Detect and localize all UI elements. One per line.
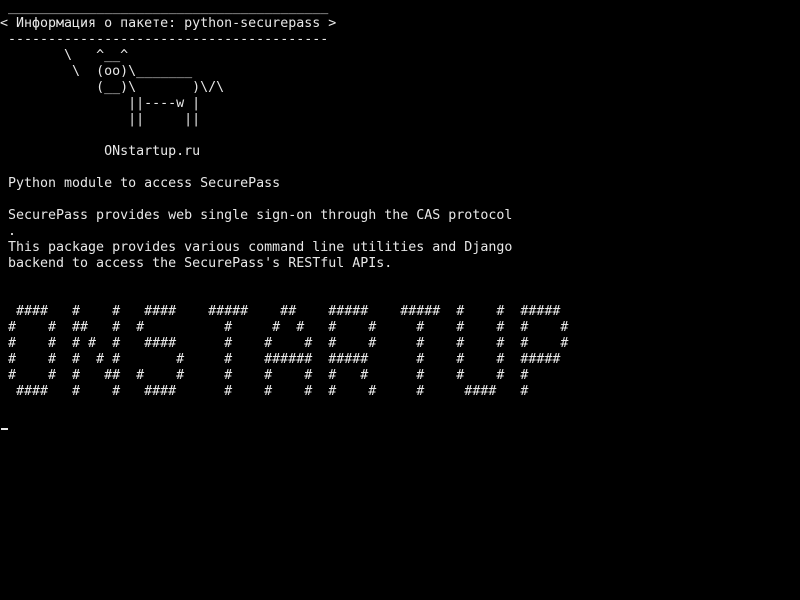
banner-line: # # ## # # # # # # # # # # # # (8, 320, 569, 335)
package-summary: Python module to access SecurePass (8, 176, 281, 191)
cowsay-bottom-border: ---------------------------------------- (0, 32, 329, 47)
banner-line: #### # # #### ##### ## ##### ##### # # #… (8, 304, 561, 319)
description-line: This package provides various command li… (8, 240, 513, 255)
banner-line: # # # # # #### # # # # # # # # # # (8, 336, 569, 351)
cow-art-line: || || (0, 112, 201, 127)
text-cursor (1, 428, 8, 430)
cow-art-line: ||----w | (0, 96, 201, 111)
cowsay-message: < Информация о пакете: python-securepass… (0, 16, 337, 31)
cow-art-line: (__)\ )\/\ (0, 80, 225, 95)
cow-art-line: \ (oo)\_______ (0, 64, 193, 79)
description-line: . (8, 224, 17, 239)
cow-art-line: \ ^__^ (0, 48, 129, 63)
banner-line: #### # # #### # # # # # # #### # (8, 384, 529, 399)
description-line: backend to access the SecurePass's RESTf… (8, 256, 393, 271)
cowsay-top-border: ________________________________________ (0, 0, 329, 15)
description-line: SecurePass provides web single sign-on t… (8, 208, 513, 223)
terminal-screen[interactable]: ________________________________________… (0, 0, 800, 600)
site-label: ONstartup.ru (0, 144, 201, 159)
banner-line: # # # # # # # ###### ##### # # # ##### (8, 352, 561, 367)
banner-line: # # # ## # # # # # # # # # # # (8, 368, 529, 383)
